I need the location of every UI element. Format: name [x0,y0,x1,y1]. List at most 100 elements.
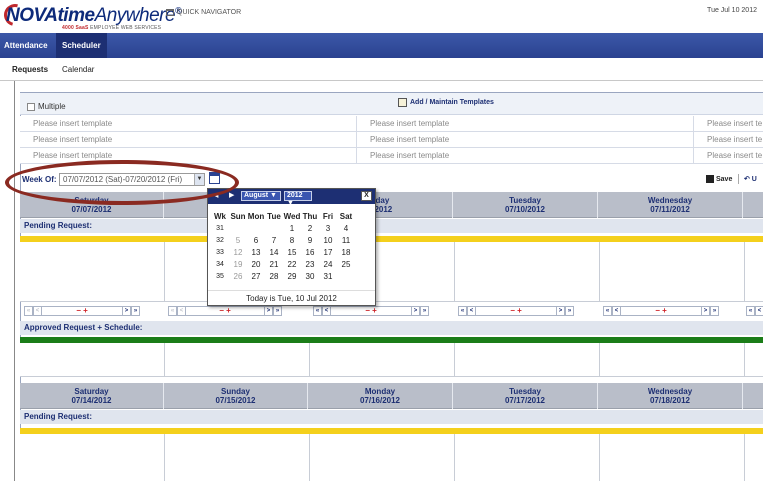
subtab-calendar[interactable]: Calendar [62,65,94,74]
calendar-day[interactable]: 29 [283,270,301,282]
approved-day-cell[interactable] [165,343,310,377]
today-footer[interactable]: Today is Tue, 10 Jul 2012 [208,290,375,305]
calendar-day[interactable]: 12 [229,246,247,258]
current-date: Tue Jul 10 2012 [707,7,757,14]
save-icon [706,175,714,183]
pending-day-cell[interactable] [20,242,165,302]
calendar-day[interactable]: 4 [337,222,355,234]
calendar-week-row: 32 5 6 7 8 9 10 11 [211,234,355,246]
calendar-week-row: 35 26 27 28 29 30 31 [211,270,355,282]
calendar-day[interactable]: 15 [283,246,301,258]
template-slot[interactable]: Please insert template [357,148,694,164]
calendar-day[interactable]: 17 [319,246,337,258]
pending-request-label: Pending Request: [20,410,763,424]
day-column-header: Wednesday 07/18/2012 [598,383,743,409]
app-logo[interactable]: NOVAtimeAnywhere® [6,5,182,27]
approved-day-cell[interactable] [455,343,600,377]
undo-button[interactable]: ↶ U [744,175,757,183]
day-pager: « < − + > » [313,306,429,316]
pending-day-cell[interactable] [310,434,455,481]
day-pager: « < − + > » [603,306,719,316]
checkbox-icon[interactable] [27,102,35,111]
pending-day-cell[interactable] [600,242,745,302]
template-slot[interactable]: Please insert template [20,116,357,132]
pending-day-cell[interactable] [600,434,745,481]
calendar-day[interactable]: 9 [301,234,319,246]
calendar-day[interactable]: 27 [247,270,265,282]
multiple-checkbox[interactable]: Multiple [27,102,66,111]
date-picker-header: ◀ ▶ August ▼ 2012 ▼ X [208,189,375,207]
template-slot[interactable]: Please insert te [694,132,763,148]
calendar-day[interactable]: 18 [337,246,355,258]
day-column-header: Monday 07/16/2012 [308,383,453,409]
calendar-day[interactable]: 20 [247,258,265,270]
save-button[interactable]: Save [706,175,732,183]
calendar-day[interactable]: 8 [283,234,301,246]
calendar-day[interactable]: 3 [319,222,337,234]
edit-template-icon [398,98,407,107]
approved-day-cell[interactable] [310,343,455,377]
calendar-day[interactable]: 21 [265,258,283,270]
calendar-day[interactable]: 28 [265,270,283,282]
approved-day-cell[interactable] [600,343,745,377]
calendar-day[interactable]: 5 [229,234,247,246]
template-slot[interactable]: Please insert te [694,148,763,164]
calendar-day[interactable]: 24 [319,258,337,270]
day-pager: « < − + > » [458,306,574,316]
calendar-grid: Wk Sun Mon Tue Wed Thu Fri Sat 31 1 2 3 … [211,210,355,282]
template-slot[interactable]: Please insert template [357,132,694,148]
calendar-day[interactable]: 14 [265,246,283,258]
calendar-week-row: 31 1 2 3 4 [211,222,355,234]
template-slot[interactable]: Please insert template [357,116,694,132]
pending-day-cell[interactable] [20,434,165,481]
template-row: Please insert template Please insert tem… [20,116,763,132]
day-pager: « < − + > » [168,306,282,316]
template-slot[interactable]: Please insert te [694,116,763,132]
year-select[interactable]: 2012 ▼ [284,191,312,207]
pending-day-cell[interactable] [455,242,600,302]
template-slot[interactable]: Please insert template [20,132,357,148]
close-icon[interactable]: X [361,191,372,201]
month-select[interactable]: August ▼ [241,191,281,201]
add-maintain-templates-link[interactable]: Add / Maintain Templates [398,98,494,107]
tab-scheduler[interactable]: Scheduler [56,33,107,58]
calendar-day[interactable]: 6 [247,234,265,246]
calendar-day[interactable]: 1 [283,222,301,234]
quick-navigator-icon [166,9,174,16]
approved-day-cell[interactable] [20,343,165,377]
calendar-day[interactable]: 22 [283,258,301,270]
calendar-day[interactable]: 10 [319,234,337,246]
pending-day-cell[interactable] [165,434,310,481]
day-column-header: Wednesday 07/11/2012 [598,192,743,218]
week2-day-header: Saturday 07/14/2012 Sunday 07/15/2012 Mond… [20,383,763,409]
day-column-header: Tuesday 07/17/2012 [453,383,598,409]
day-column-header: Tuesday 07/10/2012 [453,192,598,218]
calendar-day[interactable]: 11 [337,234,355,246]
calendar-day[interactable]: 25 [337,258,355,270]
pending-day-cell[interactable] [745,434,763,481]
calendar-day[interactable]: 30 [301,270,319,282]
calendar-day[interactable]: 26 [229,270,247,282]
frame-divider [14,81,15,481]
subtab-requests[interactable]: Requests [12,65,48,74]
logo-subtitle: 4000 SaaS EMPLOYEE WEB SERVICES [62,25,162,31]
day-pager: « < − + > » [24,306,140,316]
calendar-day[interactable]: 2 [301,222,319,234]
calendar-day[interactable]: 19 [229,258,247,270]
calendar-day[interactable]: 31 [319,270,337,282]
calendar-day[interactable]: 16 [301,246,319,258]
calendar-day[interactable]: 23 [301,258,319,270]
day-column-header: Sunday 07/15/2012 [164,383,308,409]
calendar-day[interactable]: 7 [265,234,283,246]
calendar-day[interactable]: 13 [247,246,265,258]
pending-day-cell[interactable] [745,242,763,302]
quick-navigator-link[interactable]: QUICK NAVIGATOR [166,9,241,16]
pending-day-cell[interactable] [455,434,600,481]
annotation-oval [5,160,239,205]
calendar-week-row: 33 12 13 14 15 16 17 18 [211,246,355,258]
templates-header [20,93,763,115]
template-row: Please insert template Please insert tem… [20,132,763,148]
approved-day-cell[interactable] [745,343,763,377]
tab-attendance[interactable]: Attendance [0,33,52,58]
next-month-icon[interactable]: ▶ [229,191,234,201]
